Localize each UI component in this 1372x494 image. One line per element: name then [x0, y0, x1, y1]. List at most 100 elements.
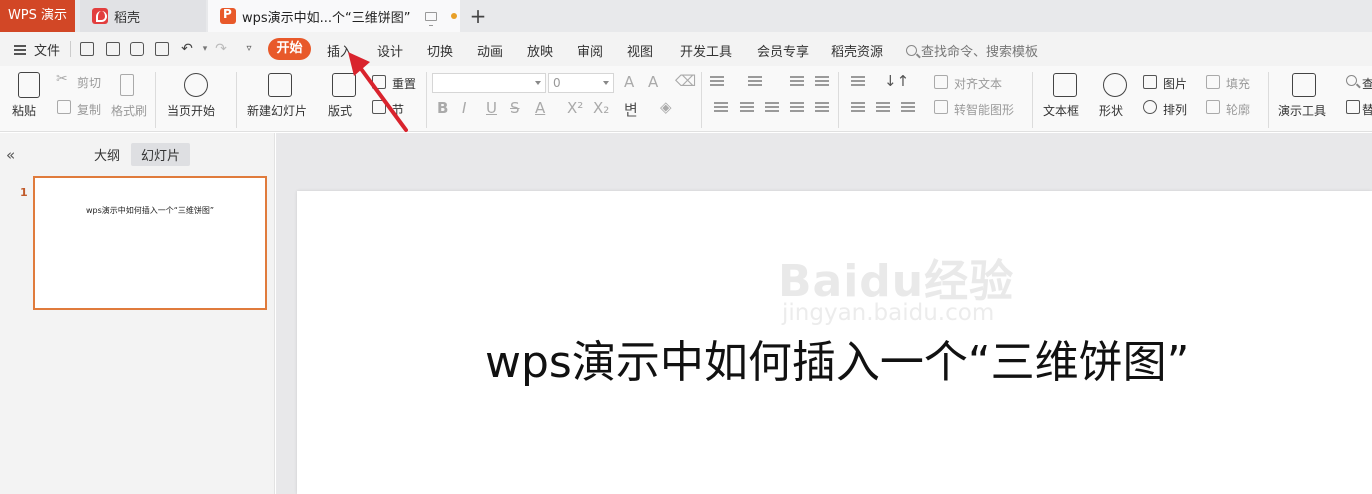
- tab-daoke-label: 稻壳: [114, 10, 141, 26]
- save-icon[interactable]: [80, 42, 94, 56]
- unsaved-dot-icon: [450, 13, 457, 19]
- tab-review[interactable]: 审阅: [577, 41, 603, 60]
- outline-button[interactable]: 轮廓: [1226, 101, 1250, 118]
- arrange-icon: [1143, 100, 1157, 114]
- tab-animation[interactable]: 动画: [477, 41, 503, 60]
- replace-icon: [1346, 100, 1360, 114]
- tab-view[interactable]: 视图: [627, 41, 653, 60]
- align-text-button[interactable]: 对齐文本: [954, 75, 1002, 92]
- increase-indent-icon[interactable]: [815, 76, 829, 88]
- column-icon[interactable]: [876, 102, 890, 114]
- picture-button[interactable]: 图片: [1163, 75, 1187, 92]
- tab-outline[interactable]: 大纲: [94, 145, 120, 164]
- ribbon-divider: [236, 72, 237, 128]
- font-size-select[interactable]: 0: [548, 73, 614, 93]
- export-pdf-icon[interactable]: [106, 42, 120, 56]
- shape-icon: [1103, 73, 1127, 97]
- font-color-icon[interactable]: A: [535, 99, 545, 117]
- command-search-label: 查找命令、搜索模板: [921, 45, 1039, 60]
- file-menu[interactable]: 文件: [14, 40, 60, 59]
- align-left-icon[interactable]: [714, 102, 728, 114]
- distribute-icon[interactable]: [815, 102, 829, 114]
- menu-bar: 文件 ↶ ▾ ↷ ▿ 开始 插入 设计 切换 动画 放映 审阅 视图 开发工具 …: [0, 32, 1372, 66]
- text-box-button[interactable]: 文本框: [1043, 102, 1079, 119]
- arrange-button[interactable]: 排列: [1163, 101, 1187, 118]
- line-spacing-icon[interactable]: [851, 102, 865, 114]
- bullet-list-icon[interactable]: [710, 76, 724, 88]
- undo-icon[interactable]: ↶: [178, 40, 196, 58]
- slide-thumbnail[interactable]: wps演示中如何插入一个“三维饼图”: [33, 176, 267, 310]
- redo-icon[interactable]: ↷: [212, 40, 230, 58]
- tab-slides[interactable]: 幻灯片: [131, 143, 191, 166]
- highlight-icon[interactable]: ◈: [660, 98, 672, 116]
- app-tab-wps[interactable]: WPS 演示: [0, 0, 75, 32]
- shape-button[interactable]: 形状: [1099, 102, 1123, 119]
- align-text-icon: [934, 75, 948, 89]
- presentation-tools-button[interactable]: 演示工具: [1278, 102, 1326, 119]
- format-painter-icon: [120, 74, 134, 96]
- align-right-icon[interactable]: [765, 102, 779, 114]
- decrease-font-icon[interactable]: A: [648, 73, 658, 91]
- play-from-current-icon: [184, 73, 208, 97]
- divider: [70, 41, 71, 57]
- picture-icon: [1143, 75, 1157, 89]
- copy-icon: [57, 100, 71, 114]
- numbered-list-icon[interactable]: [748, 76, 762, 88]
- tab-member[interactable]: 会员专享: [757, 41, 809, 60]
- align-center-icon[interactable]: [740, 102, 754, 114]
- copy-button[interactable]: 复制: [77, 101, 101, 118]
- ribbon-divider: [701, 72, 702, 128]
- decrease-indent-icon[interactable]: [790, 76, 804, 88]
- customize-quick-access-icon[interactable]: ▿: [240, 40, 258, 58]
- new-tab-button[interactable]: +: [468, 2, 488, 30]
- slide[interactable]: wps演示中如何插入一个“三维饼图”: [297, 191, 1372, 494]
- print-preview-icon[interactable]: [155, 42, 169, 56]
- superscript-icon[interactable]: X²: [567, 99, 583, 117]
- increase-font-icon[interactable]: A: [624, 73, 634, 91]
- justify-icon[interactable]: [790, 102, 804, 114]
- fill-button[interactable]: 填充: [1226, 75, 1250, 92]
- cut-button[interactable]: 剪切: [77, 74, 101, 91]
- tab-developer-tools[interactable]: 开发工具: [680, 41, 732, 60]
- subscript-icon[interactable]: X₂: [593, 99, 609, 117]
- underline-icon[interactable]: U: [486, 99, 497, 117]
- monitor-icon[interactable]: [424, 11, 437, 26]
- strikethrough-icon[interactable]: S: [510, 99, 520, 117]
- phonetic-icon[interactable]: 변: [624, 99, 638, 120]
- format-painter-button[interactable]: 格式刷: [111, 102, 147, 119]
- slide-title[interactable]: wps演示中如何插入一个“三维饼图”: [485, 326, 1189, 390]
- tab-slideshow[interactable]: 放映: [527, 41, 553, 60]
- collapse-pane-icon[interactable]: «: [6, 146, 15, 164]
- new-slide-icon: [268, 73, 292, 97]
- tab-daoke-resources[interactable]: 稻壳资源: [831, 41, 883, 60]
- play-from-current-button[interactable]: 当页开始: [167, 102, 215, 119]
- watermark-url: jingyan.baidu.com: [782, 300, 995, 326]
- tab-document[interactable]: wps演示中如...个“三维饼图”: [208, 0, 460, 32]
- smart-shape-button[interactable]: 转智能图形: [954, 101, 1014, 118]
- sort-icon[interactable]: ↓↑: [884, 72, 909, 90]
- bold-icon[interactable]: B: [437, 99, 448, 117]
- replace-button[interactable]: 替: [1362, 101, 1372, 118]
- command-search[interactable]: 查找命令、搜索模板: [906, 41, 1038, 60]
- tab-daoke[interactable]: 稻壳: [80, 0, 206, 32]
- clear-format-icon[interactable]: ⌫: [675, 72, 696, 90]
- italic-icon[interactable]: I: [462, 99, 466, 117]
- tab-document-label: wps演示中如...个“三维饼图”: [242, 10, 411, 26]
- slide-number: 1: [20, 186, 28, 199]
- font-size-value: 0: [553, 76, 561, 90]
- font-family-select[interactable]: [432, 73, 546, 93]
- text-direction-icon[interactable]: [851, 76, 865, 88]
- presentation-file-icon: [220, 7, 236, 24]
- tab-transition[interactable]: 切换: [427, 41, 453, 60]
- paste-button[interactable]: 粘贴: [12, 102, 36, 119]
- find-button[interactable]: 查: [1362, 75, 1372, 92]
- slide-thumbnail-title: wps演示中如何插入一个“三维饼图”: [85, 206, 215, 215]
- hamburger-icon: [14, 44, 26, 55]
- new-slide-button[interactable]: 新建幻灯片: [247, 102, 307, 119]
- paragraph-spacing-icon[interactable]: [901, 102, 915, 114]
- find-icon: [1346, 75, 1357, 86]
- annotation-arrow: [348, 52, 408, 132]
- print-icon[interactable]: [130, 42, 144, 56]
- ribbon-divider: [838, 72, 839, 128]
- tab-start[interactable]: 开始: [268, 38, 311, 60]
